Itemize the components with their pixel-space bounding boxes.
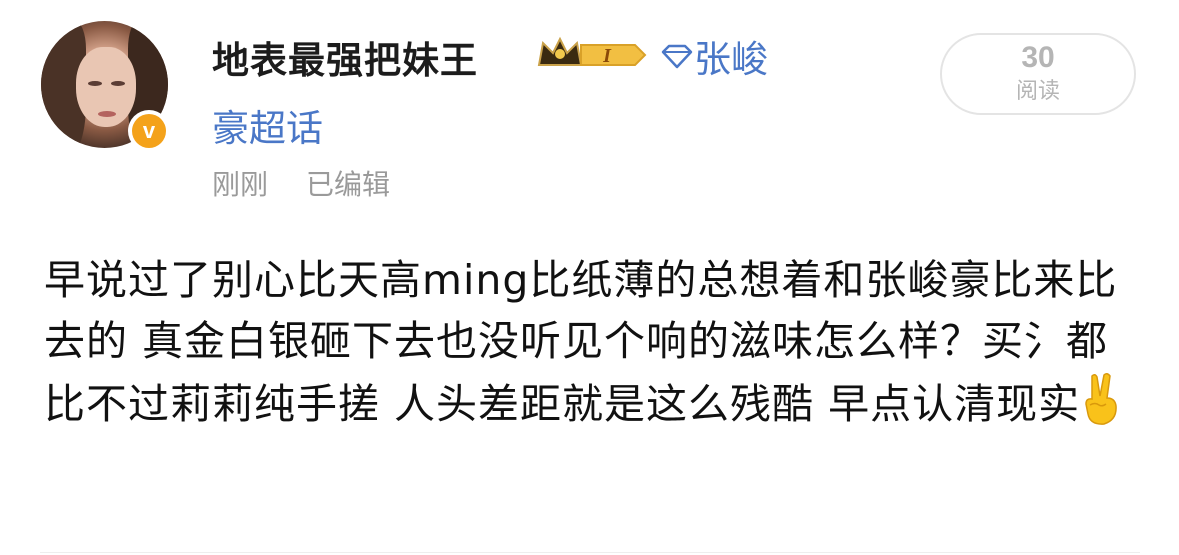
member-level-text: I <box>602 45 612 67</box>
topic-tag-link[interactable]: 张峻 <box>660 29 768 83</box>
topic-tag-text-cont[interactable]: 豪超话 <box>212 98 323 152</box>
verified-badge-icon: v <box>128 110 170 152</box>
edited-label[interactable]: 已编辑 <box>306 168 390 201</box>
username[interactable]: 地表最强把妹王 <box>212 30 478 84</box>
post-meta: 刚刚 已编辑 <box>212 163 428 203</box>
member-level-crown-icon[interactable]: I <box>535 35 647 75</box>
bottom-divider <box>40 552 1140 553</box>
avatar-lips <box>98 111 116 117</box>
avatar-eye-left <box>88 81 102 86</box>
diamond-icon <box>661 44 693 69</box>
post-content-text: 早说过了别心比天高ming比纸薄的总想着和张峻豪比来比去的 真金白银砸下去也没听… <box>44 256 1118 428</box>
victory-hand-emoji <box>1085 372 1117 425</box>
read-count: 30 <box>1021 41 1055 74</box>
post-time: 刚刚 <box>212 168 269 201</box>
read-count-pill[interactable]: 30 阅读 <box>940 33 1136 115</box>
post-content: 早说过了别心比天高ming比纸薄的总想着和张峻豪比来比去的 真金白银砸下去也没听… <box>44 250 1139 435</box>
verified-badge-letter: v <box>132 114 166 148</box>
topic-tag-text: 张峻 <box>694 38 768 81</box>
read-label: 阅读 <box>1015 79 1060 104</box>
avatar-eye-right <box>111 81 125 86</box>
